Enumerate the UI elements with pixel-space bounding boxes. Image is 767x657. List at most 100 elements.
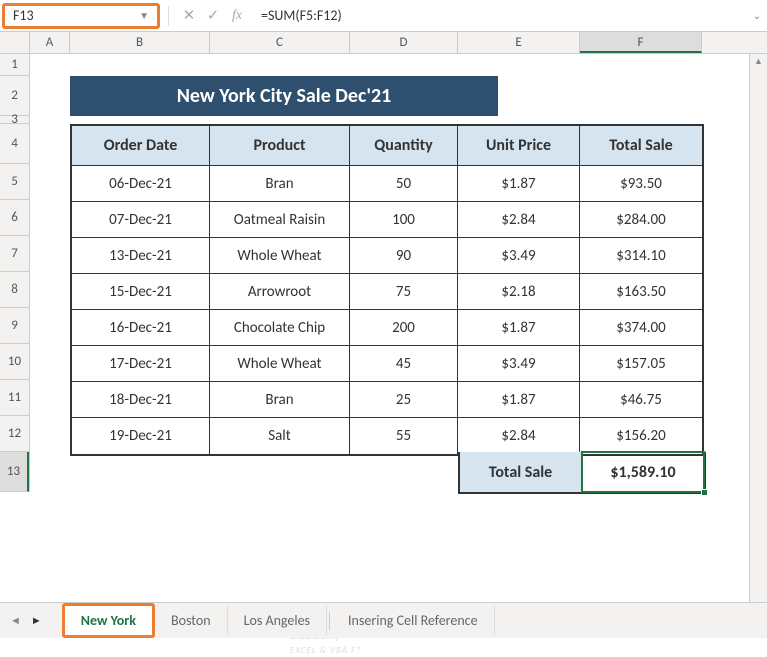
row-header[interactable]: 11: [0, 380, 29, 416]
cell[interactable]: $2.84: [458, 418, 580, 454]
tab-inserting-cell-reference[interactable]: Insering Cell Reference: [332, 606, 495, 635]
col-header-D[interactable]: D: [350, 32, 458, 53]
vertical-scrollbar[interactable]: [749, 54, 767, 606]
cell[interactable]: 90: [350, 238, 458, 274]
formula-input[interactable]: =SUM(F5:F12): [249, 7, 747, 24]
cell[interactable]: $2.18: [458, 274, 580, 310]
nav-next-icon[interactable]: ►: [31, 614, 42, 627]
title-banner[interactable]: New York City Sale Dec'21: [70, 76, 498, 116]
header-product[interactable]: Product: [210, 126, 350, 166]
fill-handle[interactable]: [701, 489, 708, 496]
name-box-value: F13: [13, 7, 34, 24]
cell[interactable]: Bran: [210, 382, 350, 418]
cell[interactable]: Oatmeal Raisin: [210, 202, 350, 238]
cell[interactable]: Arrowroot: [210, 274, 350, 310]
cell[interactable]: $93.50: [580, 166, 702, 202]
row-header[interactable]: 13: [0, 452, 29, 492]
header-order-date[interactable]: Order Date: [72, 126, 210, 166]
cell[interactable]: 50: [350, 166, 458, 202]
tab-new-york[interactable]: New York: [62, 603, 155, 638]
cell[interactable]: $163.50: [580, 274, 702, 310]
cell[interactable]: 13-Dec-21: [72, 238, 210, 274]
cell[interactable]: 16-Dec-21: [72, 310, 210, 346]
cell[interactable]: $157.05: [580, 346, 702, 382]
cell[interactable]: $46.75: [580, 382, 702, 418]
cell[interactable]: 75: [350, 274, 458, 310]
row-header[interactable]: 5: [0, 164, 29, 200]
row-header[interactable]: 2: [0, 76, 29, 116]
row-header[interactable]: 3: [0, 116, 29, 124]
total-value: $1,589.10: [610, 463, 675, 482]
expand-formula-icon[interactable]: ⌄: [747, 9, 767, 22]
table-row: 17-Dec-21Whole Wheat45$3.49$157.05: [72, 346, 702, 382]
cell[interactable]: $374.00: [580, 310, 702, 346]
cell[interactable]: Whole Wheat: [210, 238, 350, 274]
table-header-row: Order Date Product Quantity Unit Price T…: [72, 126, 702, 166]
sheet-tabs: ◄ ► New York Boston Los Angeles Insering…: [0, 602, 767, 638]
cell[interactable]: $1.87: [458, 166, 580, 202]
table-row: 07-Dec-21Oatmeal Raisin100$2.84$284.00: [72, 202, 702, 238]
cell[interactable]: Chocolate Chip: [210, 310, 350, 346]
header-unit-price[interactable]: Unit Price: [458, 126, 580, 166]
cell[interactable]: $1.87: [458, 382, 580, 418]
row-header[interactable]: 1: [0, 54, 29, 76]
cell[interactable]: 100: [350, 202, 458, 238]
cell[interactable]: $156.20: [580, 418, 702, 454]
table-row: 06-Dec-21Bran50$1.87$93.50: [72, 166, 702, 202]
cell[interactable]: Salt: [210, 418, 350, 454]
header-total-sale[interactable]: Total Sale: [580, 126, 702, 166]
cancel-icon[interactable]: ✕: [177, 4, 201, 28]
fx-icon[interactable]: fx: [225, 4, 249, 28]
row-header[interactable]: 10: [0, 344, 29, 380]
cell[interactable]: 17-Dec-21: [72, 346, 210, 382]
col-header-F[interactable]: F: [580, 32, 702, 53]
nav-prev-icon[interactable]: ◄: [10, 614, 21, 627]
tab-nav: ◄ ►: [10, 614, 42, 627]
cell[interactable]: 18-Dec-21: [72, 382, 210, 418]
row-headers: 1 2 3 4 5 6 7 8 9 10 11 12 13: [0, 54, 30, 492]
formula-bar: F13 ▼ ✕ ✓ fx =SUM(F5:F12) ⌄: [0, 0, 767, 32]
accept-icon[interactable]: ✓: [201, 4, 225, 28]
name-box[interactable]: F13 ▼: [2, 3, 160, 29]
table-row: 16-Dec-21Chocolate Chip200$1.87$374.00: [72, 310, 702, 346]
row-header[interactable]: 6: [0, 200, 29, 236]
cell[interactable]: $284.00: [580, 202, 702, 238]
cell[interactable]: 55: [350, 418, 458, 454]
cell[interactable]: $3.49: [458, 346, 580, 382]
select-all-corner[interactable]: [0, 32, 30, 53]
col-header-A[interactable]: A: [30, 32, 70, 53]
cell[interactable]: 06-Dec-21: [72, 166, 210, 202]
col-header-B[interactable]: B: [70, 32, 210, 53]
tab-los-angeles[interactable]: Los Angeles: [228, 606, 327, 635]
row-header[interactable]: 12: [0, 416, 29, 452]
separator: [168, 6, 169, 26]
col-header-E[interactable]: E: [458, 32, 580, 53]
tab-boston[interactable]: Boston: [155, 606, 228, 635]
cell[interactable]: $2.84: [458, 202, 580, 238]
col-header-C[interactable]: C: [210, 32, 350, 53]
cell[interactable]: Bran: [210, 166, 350, 202]
row-header[interactable]: 8: [0, 272, 29, 308]
cell[interactable]: $314.10: [580, 238, 702, 274]
row-header[interactable]: 4: [0, 124, 29, 164]
cell[interactable]: 45: [350, 346, 458, 382]
total-label-cell[interactable]: Total Sale: [460, 452, 582, 492]
cell[interactable]: $1.87: [458, 310, 580, 346]
table-row: 18-Dec-21Bran25$1.87$46.75: [72, 382, 702, 418]
cell[interactable]: 19-Dec-21: [72, 418, 210, 454]
total-value-cell[interactable]: $1,589.10: [582, 452, 704, 492]
cell[interactable]: 07-Dec-21: [72, 202, 210, 238]
chevron-down-icon[interactable]: ▼: [139, 9, 149, 22]
cell[interactable]: 15-Dec-21: [72, 274, 210, 310]
row-header[interactable]: 7: [0, 236, 29, 272]
header-quantity[interactable]: Quantity: [350, 126, 458, 166]
cell[interactable]: $3.49: [458, 238, 580, 274]
table-row: 13-Dec-21Whole Wheat90$3.49$314.10: [72, 238, 702, 274]
cell[interactable]: 200: [350, 310, 458, 346]
cell[interactable]: 25: [350, 382, 458, 418]
tab-separator: [329, 612, 330, 630]
row-header[interactable]: 9: [0, 308, 29, 344]
cell[interactable]: Whole Wheat: [210, 346, 350, 382]
total-row: Total Sale $1,589.10: [458, 452, 706, 494]
cells-area[interactable]: New York City Sale Dec'21 Order Date Pro…: [30, 54, 767, 492]
